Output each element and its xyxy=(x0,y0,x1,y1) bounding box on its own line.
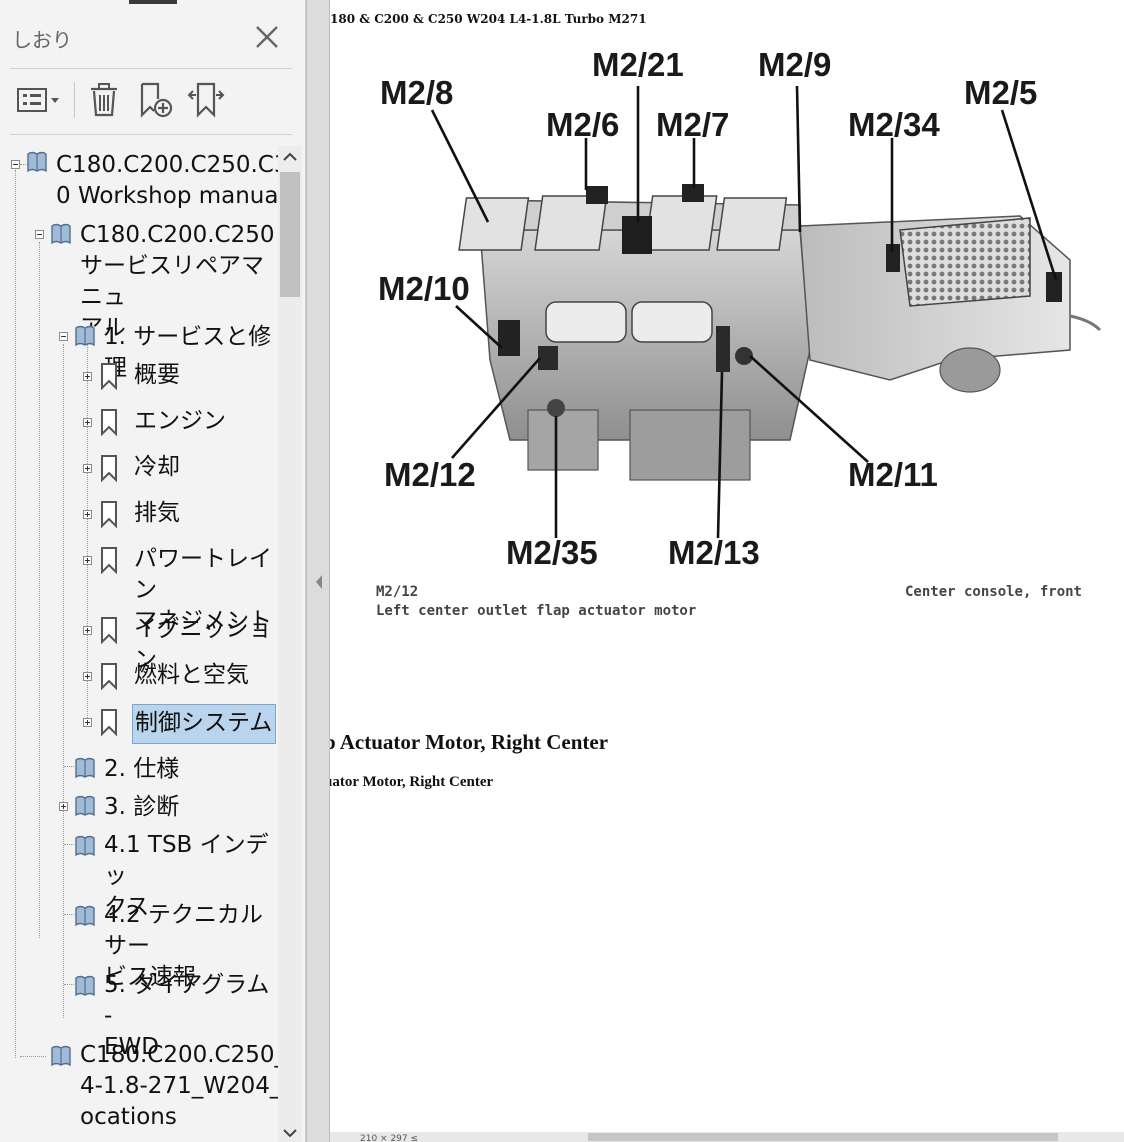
collapse-toggle[interactable] xyxy=(35,230,44,239)
divider xyxy=(10,68,292,69)
callout-m2-11: M2/11 xyxy=(848,456,938,493)
expand-bookmark-button[interactable] xyxy=(184,78,228,122)
bookmark-icon xyxy=(101,709,117,736)
bookmark-scrollbar[interactable] xyxy=(278,146,302,1142)
expand-toggle[interactable] xyxy=(83,372,92,381)
tree-line xyxy=(20,1056,46,1057)
bookmark-cooling[interactable]: 冷却 xyxy=(134,452,180,483)
bookmark-toolbar xyxy=(10,76,292,124)
tree-line xyxy=(15,170,16,1058)
bookmark-icon xyxy=(101,501,117,528)
book-bookmark-icon xyxy=(27,151,47,173)
expand-toggle[interactable] xyxy=(83,418,92,427)
bookmark-specifications[interactable]: 2. 仕様 xyxy=(104,754,179,785)
book-bookmark-icon xyxy=(51,1045,71,1067)
bookmark-icon xyxy=(101,409,117,436)
expand-toggle[interactable] xyxy=(83,626,92,635)
delete-bookmark-button[interactable] xyxy=(84,78,124,122)
panel-tab-indicator xyxy=(129,0,177,4)
expand-toggle[interactable] xyxy=(83,718,92,727)
book-bookmark-icon xyxy=(75,975,95,997)
expand-toggle[interactable] xyxy=(59,802,68,811)
bookmark-overview[interactable]: 概要 xyxy=(134,360,180,391)
close-panel-button[interactable] xyxy=(250,20,284,54)
scrollbar-thumb[interactable] xyxy=(280,172,300,297)
callout-m2-13: M2/13 xyxy=(668,534,760,571)
bookmark-add-icon xyxy=(140,82,173,118)
bookmark-icon xyxy=(101,363,117,390)
collapse-toggle[interactable] xyxy=(59,332,68,341)
panel-splitter[interactable] xyxy=(306,0,330,1142)
collapse-toggle[interactable] xyxy=(11,160,20,169)
callout-m2-6: M2/6 xyxy=(546,106,619,143)
bookmark-root-workshop-manual[interactable]: C180.C200.C250.C30 0 Workshop manual xyxy=(56,150,303,212)
figure-caption-description: Left center outlet flap actuator motor xyxy=(376,603,697,619)
book-bookmark-icon xyxy=(51,223,71,245)
hvac-unit-diagram: M2/8 M2/21 M2/9 M2/5 M2/6 M2/7 M2/34 M2/… xyxy=(378,46,1102,571)
bookmark-icon xyxy=(101,663,117,690)
book-bookmark-icon xyxy=(75,325,95,347)
bookmark-fuel-and-air[interactable]: 燃料と空気 xyxy=(134,660,249,691)
bookmark-tree: C180.C200.C250.C30 0 Workshop manual C18… xyxy=(0,146,303,1142)
options-button[interactable] xyxy=(12,78,64,122)
bookmark-diagnosis[interactable]: 3. 診断 xyxy=(104,792,179,823)
bookmark-icon xyxy=(101,455,117,482)
list-options-icon xyxy=(17,88,59,112)
section-heading: p Actuator Motor, Right Center xyxy=(330,730,609,754)
callout-m2-21: M2/21 xyxy=(592,46,684,83)
bookmark-icon xyxy=(101,547,117,574)
expand-toggle[interactable] xyxy=(83,556,92,565)
callout-m2-10: M2/10 xyxy=(378,270,470,307)
callout-m2-34: M2/34 xyxy=(848,106,940,143)
book-bookmark-icon xyxy=(75,905,95,927)
expand-toggle[interactable] xyxy=(83,672,92,681)
book-bookmark-icon xyxy=(75,795,95,817)
bookmark-expand-icon xyxy=(187,82,225,118)
callout-m2-7: M2/7 xyxy=(656,106,729,143)
tree-line xyxy=(64,844,74,845)
scrollbar-thumb[interactable] xyxy=(588,1133,1058,1141)
tree-line xyxy=(39,242,40,938)
tree-line xyxy=(64,766,74,767)
expand-toggle[interactable] xyxy=(83,510,92,519)
callout-m2-8: M2/8 xyxy=(380,74,453,111)
collapse-panel-icon[interactable] xyxy=(314,574,324,590)
horizontal-scrollbar[interactable] xyxy=(330,1132,1124,1142)
callout-m2-5: M2/5 xyxy=(964,74,1037,111)
book-bookmark-icon xyxy=(75,835,95,857)
divider xyxy=(10,134,292,135)
bookmark-engine[interactable]: エンジン xyxy=(134,406,226,437)
hvac-housing xyxy=(458,184,811,481)
bookmark-icon xyxy=(101,617,117,644)
scroll-up-icon[interactable] xyxy=(283,152,297,162)
document-view: 180 & C200 & C250 W204 L4-1.8L Turbo M27… xyxy=(330,0,1124,1142)
panel-title: しおり xyxy=(12,28,72,52)
callout-m2-12: M2/12 xyxy=(384,456,476,493)
blower-housing xyxy=(799,215,1102,393)
bookmarks-panel: しおり C180.C200.C250.C30 0 Workshop manual… xyxy=(0,0,306,1142)
bookmark-locations[interactable]: C180.C200.C250_L 4-1.8-271_W204_L ocatio… xyxy=(80,1040,299,1133)
page-size-readout: 210 × 297 ≤ xyxy=(360,1134,419,1142)
tree-line xyxy=(64,984,74,985)
tree-line xyxy=(64,914,74,915)
figure-caption-code: M2/12 xyxy=(376,584,419,600)
tree-line xyxy=(87,344,88,726)
toolbar-separator xyxy=(74,82,75,118)
trash-icon xyxy=(91,83,117,117)
bookmark-control-system-selected[interactable]: 制御システム xyxy=(132,704,276,744)
figure-caption-location: Center console, front xyxy=(904,584,1082,600)
tree-line xyxy=(63,344,64,1018)
close-icon xyxy=(256,26,278,48)
callout-m2-9: M2/9 xyxy=(758,46,831,83)
bookmark-service-and-repair[interactable]: 1. サービスと修理 xyxy=(104,322,278,384)
callout-m2-35: M2/35 xyxy=(506,534,598,571)
bookmark-exhaust[interactable]: 排気 xyxy=(134,498,180,529)
book-bookmark-icon xyxy=(75,757,95,779)
page-header: 180 & C200 & C250 W204 L4-1.8L Turbo M27… xyxy=(330,12,647,26)
expand-toggle[interactable] xyxy=(83,464,92,473)
scroll-down-icon[interactable] xyxy=(283,1128,297,1138)
add-bookmark-button[interactable] xyxy=(134,78,178,122)
section-subheading: uator Motor, Right Center xyxy=(330,774,494,790)
